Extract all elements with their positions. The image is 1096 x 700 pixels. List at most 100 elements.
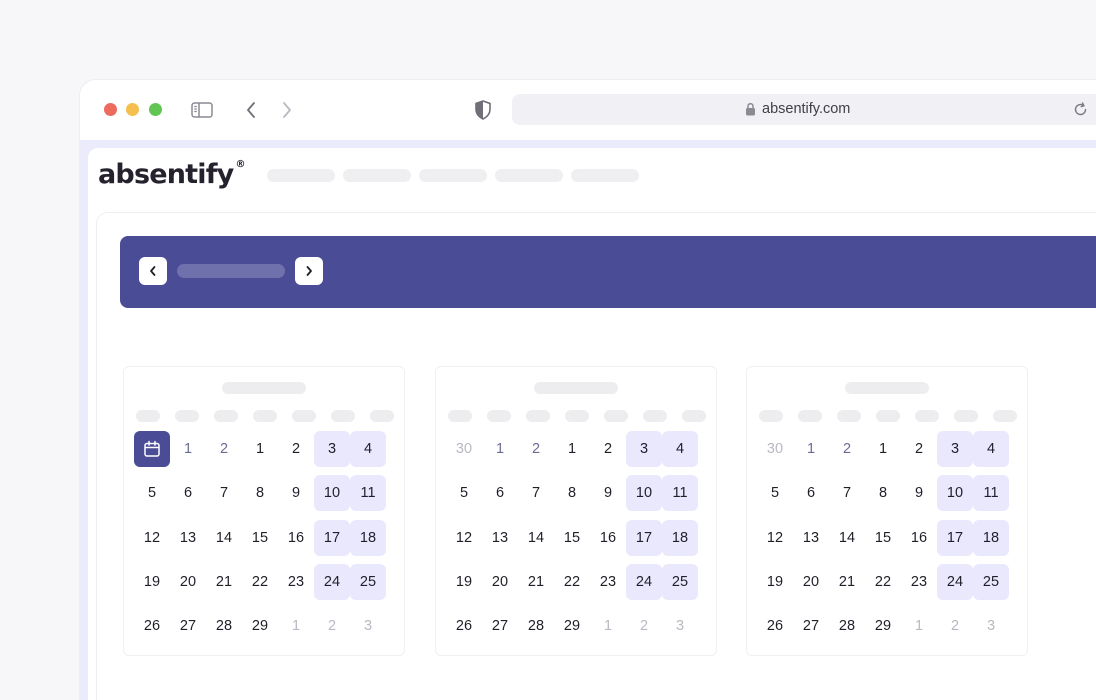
calendar-day[interactable]: 22 [242, 564, 278, 600]
calendar-day[interactable]: 1 [554, 431, 590, 467]
calendar-day[interactable]: 10 [626, 475, 662, 512]
calendar-day[interactable]: 6 [482, 475, 518, 511]
calendar-day[interactable]: 13 [793, 520, 829, 556]
calendar-day[interactable]: 3 [350, 608, 386, 644]
calendar-day[interactable]: 1 [901, 608, 937, 644]
calendar-day[interactable]: 17 [314, 519, 350, 556]
calendar-day[interactable]: 16 [901, 520, 937, 556]
calendar-day[interactable]: 12 [134, 520, 170, 556]
calendar-day[interactable]: 20 [482, 564, 518, 600]
forward-arrow-icon[interactable] [276, 99, 298, 121]
calendar-day[interactable]: 3 [662, 608, 698, 644]
calendar-day[interactable]: 12 [446, 520, 482, 556]
calendar-day[interactable]: 10 [937, 475, 973, 512]
calendar-day[interactable]: 7 [206, 475, 242, 511]
address-bar[interactable]: absentify.com [512, 94, 1096, 125]
calendar-day[interactable]: 16 [590, 520, 626, 556]
calendar-day[interactable]: 26 [446, 608, 482, 644]
calendar-day[interactable]: 12 [757, 520, 793, 556]
calendar-day[interactable]: 2 [518, 431, 554, 467]
calendar-day[interactable]: 26 [757, 608, 793, 644]
nav-item-placeholder[interactable] [571, 169, 639, 182]
calendar-day[interactable]: 1 [590, 608, 626, 644]
calendar-day[interactable]: 1 [865, 431, 901, 467]
calendar-day[interactable]: 8 [865, 475, 901, 511]
calendar-day[interactable]: 2 [590, 431, 626, 467]
calendar-day[interactable]: 27 [482, 608, 518, 644]
calendar-day[interactable]: 23 [278, 564, 314, 600]
calendar-day[interactable]: 19 [757, 564, 793, 600]
calendar-day[interactable]: 15 [554, 520, 590, 556]
calendar-day[interactable]: 29 [554, 608, 590, 644]
calendar-day[interactable]: 30 [757, 431, 793, 467]
shield-icon[interactable] [472, 99, 494, 121]
calendar-day[interactable]: 30 [446, 431, 482, 467]
calendar-day[interactable]: 6 [793, 475, 829, 511]
calendar-day[interactable]: 9 [901, 475, 937, 511]
calendar-day[interactable]: 16 [278, 520, 314, 556]
calendar-day[interactable]: 1 [793, 431, 829, 467]
today-marker[interactable] [134, 431, 170, 467]
calendar-day[interactable]: 2 [937, 608, 973, 644]
calendar-day[interactable]: 28 [518, 608, 554, 644]
calendar-day[interactable]: 27 [170, 608, 206, 644]
minimize-window-button[interactable] [126, 103, 139, 116]
calendar-day[interactable]: 7 [518, 475, 554, 511]
calendar-day[interactable]: 29 [242, 608, 278, 644]
calendar-day[interactable]: 5 [446, 475, 482, 511]
absentify-logo[interactable]: absentify ® [98, 159, 245, 190]
calendar-day[interactable]: 2 [314, 608, 350, 644]
calendar-day[interactable]: 25 [350, 563, 386, 600]
calendar-day[interactable]: 26 [134, 608, 170, 644]
calendar-day[interactable]: 2 [206, 431, 242, 467]
maximize-window-button[interactable] [149, 103, 162, 116]
calendar-day[interactable]: 9 [590, 475, 626, 511]
nav-item-placeholder[interactable] [267, 169, 335, 182]
back-arrow-icon[interactable] [240, 99, 262, 121]
calendar-day[interactable]: 11 [973, 475, 1009, 512]
calendar-day[interactable]: 18 [350, 519, 386, 556]
calendar-day[interactable]: 3 [973, 608, 1009, 644]
reload-icon[interactable] [1073, 102, 1088, 122]
calendar-day[interactable]: 14 [206, 520, 242, 556]
calendar-day[interactable]: 21 [518, 564, 554, 600]
calendar-day[interactable]: 7 [829, 475, 865, 511]
calendar-day[interactable]: 5 [134, 475, 170, 511]
calendar-day[interactable]: 3 [937, 431, 973, 467]
calendar-day[interactable]: 3 [314, 431, 350, 467]
calendar-day[interactable]: 28 [206, 608, 242, 644]
prev-year-button[interactable] [139, 257, 167, 285]
calendar-day[interactable]: 23 [590, 564, 626, 600]
calendar-day[interactable]: 18 [973, 519, 1009, 556]
calendar-day[interactable]: 4 [973, 431, 1009, 467]
calendar-day[interactable]: 17 [626, 519, 662, 556]
calendar-day[interactable]: 20 [793, 564, 829, 600]
nav-item-placeholder[interactable] [419, 169, 487, 182]
calendar-day[interactable]: 4 [350, 431, 386, 467]
calendar-day[interactable]: 1 [170, 431, 206, 467]
calendar-day[interactable]: 4 [662, 431, 698, 467]
calendar-day[interactable]: 21 [206, 564, 242, 600]
calendar-day[interactable]: 18 [662, 519, 698, 556]
calendar-day[interactable]: 11 [350, 475, 386, 512]
calendar-day[interactable]: 22 [865, 564, 901, 600]
calendar-day[interactable]: 2 [626, 608, 662, 644]
calendar-day[interactable]: 25 [662, 563, 698, 600]
calendar-day[interactable]: 1 [278, 608, 314, 644]
calendar-day[interactable]: 13 [170, 520, 206, 556]
calendar-day[interactable]: 3 [626, 431, 662, 467]
calendar-day[interactable]: 27 [793, 608, 829, 644]
calendar-day[interactable]: 23 [901, 564, 937, 600]
calendar-day[interactable]: 1 [482, 431, 518, 467]
calendar-day[interactable]: 19 [134, 564, 170, 600]
calendar-day[interactable]: 21 [829, 564, 865, 600]
calendar-day[interactable]: 14 [518, 520, 554, 556]
calendar-day[interactable]: 13 [482, 520, 518, 556]
calendar-day[interactable]: 15 [242, 520, 278, 556]
calendar-day[interactable]: 22 [554, 564, 590, 600]
close-window-button[interactable] [104, 103, 117, 116]
calendar-day[interactable]: 15 [865, 520, 901, 556]
calendar-day[interactable]: 2 [901, 431, 937, 467]
nav-item-placeholder[interactable] [343, 169, 411, 182]
calendar-day[interactable]: 2 [278, 431, 314, 467]
